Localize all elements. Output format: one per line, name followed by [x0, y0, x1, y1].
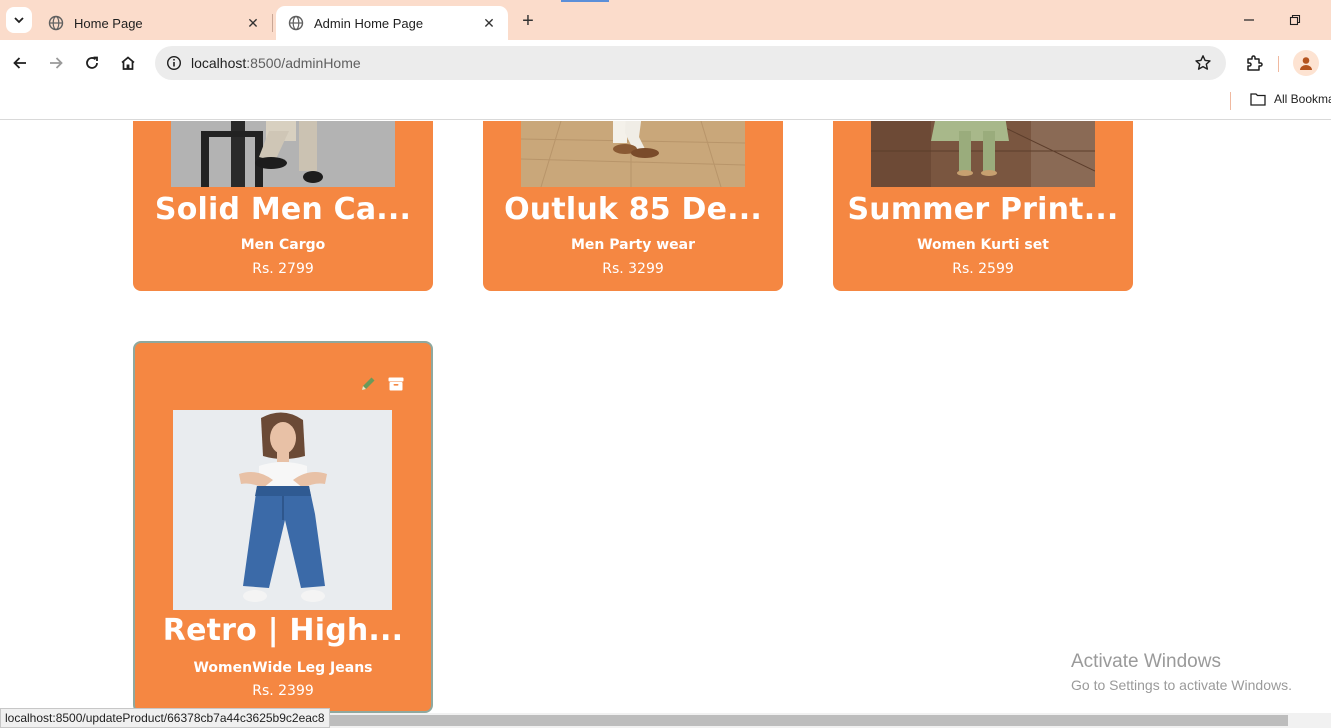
reload-button[interactable] [79, 50, 105, 76]
address-bar[interactable]: localhost:8500/adminHome [155, 46, 1226, 80]
tab-divider [272, 14, 273, 32]
all-bookmarks-label: All Bookma [1274, 92, 1331, 106]
product-price: Rs. 2599 [952, 261, 1014, 277]
tab-admin-home-page[interactable]: Admin Home Page ✕ [276, 6, 508, 40]
all-bookmarks-button[interactable]: All Bookma [1250, 92, 1331, 106]
product-price: Rs. 2799 [252, 261, 314, 277]
forward-button[interactable] [43, 50, 69, 76]
product-image [871, 121, 1095, 187]
product-image [521, 121, 745, 187]
tab-title: Admin Home Page [314, 15, 424, 31]
folder-icon [1250, 93, 1266, 106]
extensions-button[interactable] [1241, 50, 1267, 76]
product-category: Women Kurti set [917, 237, 1049, 253]
arrow-right-icon [50, 57, 63, 69]
globe-icon [48, 15, 64, 31]
bookmarks-separator [1230, 92, 1231, 110]
tab-title: Home Page [74, 15, 143, 31]
status-url-bubble: localhost:8500/updateProduct/66378cb7a44… [0, 708, 330, 728]
new-tab-button[interactable]: + [515, 8, 541, 34]
page-viewport: Solid Men Ca... Men Cargo Rs. 2799 Outlu… [0, 121, 1331, 713]
close-icon[interactable]: ✕ [480, 14, 498, 32]
person-icon [1300, 57, 1312, 70]
product-image [173, 410, 392, 610]
chevron-down-icon [14, 17, 24, 24]
site-info-icon[interactable] [157, 46, 191, 80]
product-card[interactable]: Outluk 85 De... Men Party wear Rs. 3299 [483, 121, 783, 291]
arrow-left-icon [13, 57, 26, 69]
activate-windows-watermark: Activate Windows Go to Settings to activ… [1071, 651, 1292, 693]
product-card[interactable]: Solid Men Ca... Men Cargo Rs. 2799 [133, 121, 433, 291]
product-title: Outluk 85 De... [504, 192, 762, 227]
tab-strip-accent [561, 0, 609, 2]
browser-toolbar: localhost:8500/adminHome [0, 40, 1331, 86]
tab-search-button[interactable] [6, 7, 32, 33]
restore-icon [1289, 14, 1301, 26]
product-title: Summer Print... [847, 192, 1119, 227]
globe-icon [288, 15, 304, 31]
toolbar-separator [1278, 56, 1279, 72]
watermark-subtitle: Go to Settings to activate Windows. [1071, 677, 1292, 693]
tab-strip: Home Page ✕ Admin Home Page ✕ + [0, 0, 1331, 40]
url-path: :8500/adminHome [246, 55, 361, 71]
edit-pencil-icon[interactable] [359, 375, 377, 398]
product-category: Men Cargo [240, 237, 326, 253]
product-card[interactable]: Summer Print... Women Kurti set Rs. 2599 [833, 121, 1133, 291]
product-category: WomenWide Leg Jeans [193, 660, 373, 676]
close-icon[interactable]: ✕ [244, 14, 262, 32]
bookmarks-bar: All Bookma [0, 86, 1331, 120]
product-category: Men Party wear [571, 237, 695, 253]
restore-button[interactable] [1282, 8, 1308, 32]
profile-avatar[interactable] [1293, 50, 1319, 76]
minimize-button[interactable] [1236, 8, 1262, 32]
product-card[interactable]: Retro | High... WomenWide Leg Jeans Rs. … [133, 341, 433, 713]
watermark-title: Activate Windows [1071, 651, 1221, 672]
url-text: localhost:8500/adminHome [191, 55, 361, 71]
product-image [171, 121, 395, 187]
home-icon [121, 56, 135, 70]
puzzle-icon [1247, 55, 1263, 71]
home-button[interactable] [115, 50, 141, 76]
star-icon[interactable] [1194, 54, 1212, 77]
reload-icon [86, 56, 98, 69]
archive-icon[interactable] [387, 375, 405, 398]
product-title: Retro | High... [162, 613, 404, 648]
product-price: Rs. 2399 [252, 683, 314, 699]
back-button[interactable] [7, 50, 33, 76]
product-price: Rs. 3299 [602, 261, 664, 277]
url-host: localhost [191, 55, 247, 71]
product-title: Solid Men Ca... [154, 192, 412, 227]
minimize-icon [1244, 19, 1254, 21]
card-actions [359, 375, 405, 398]
tab-home-page[interactable]: Home Page ✕ [36, 6, 272, 40]
